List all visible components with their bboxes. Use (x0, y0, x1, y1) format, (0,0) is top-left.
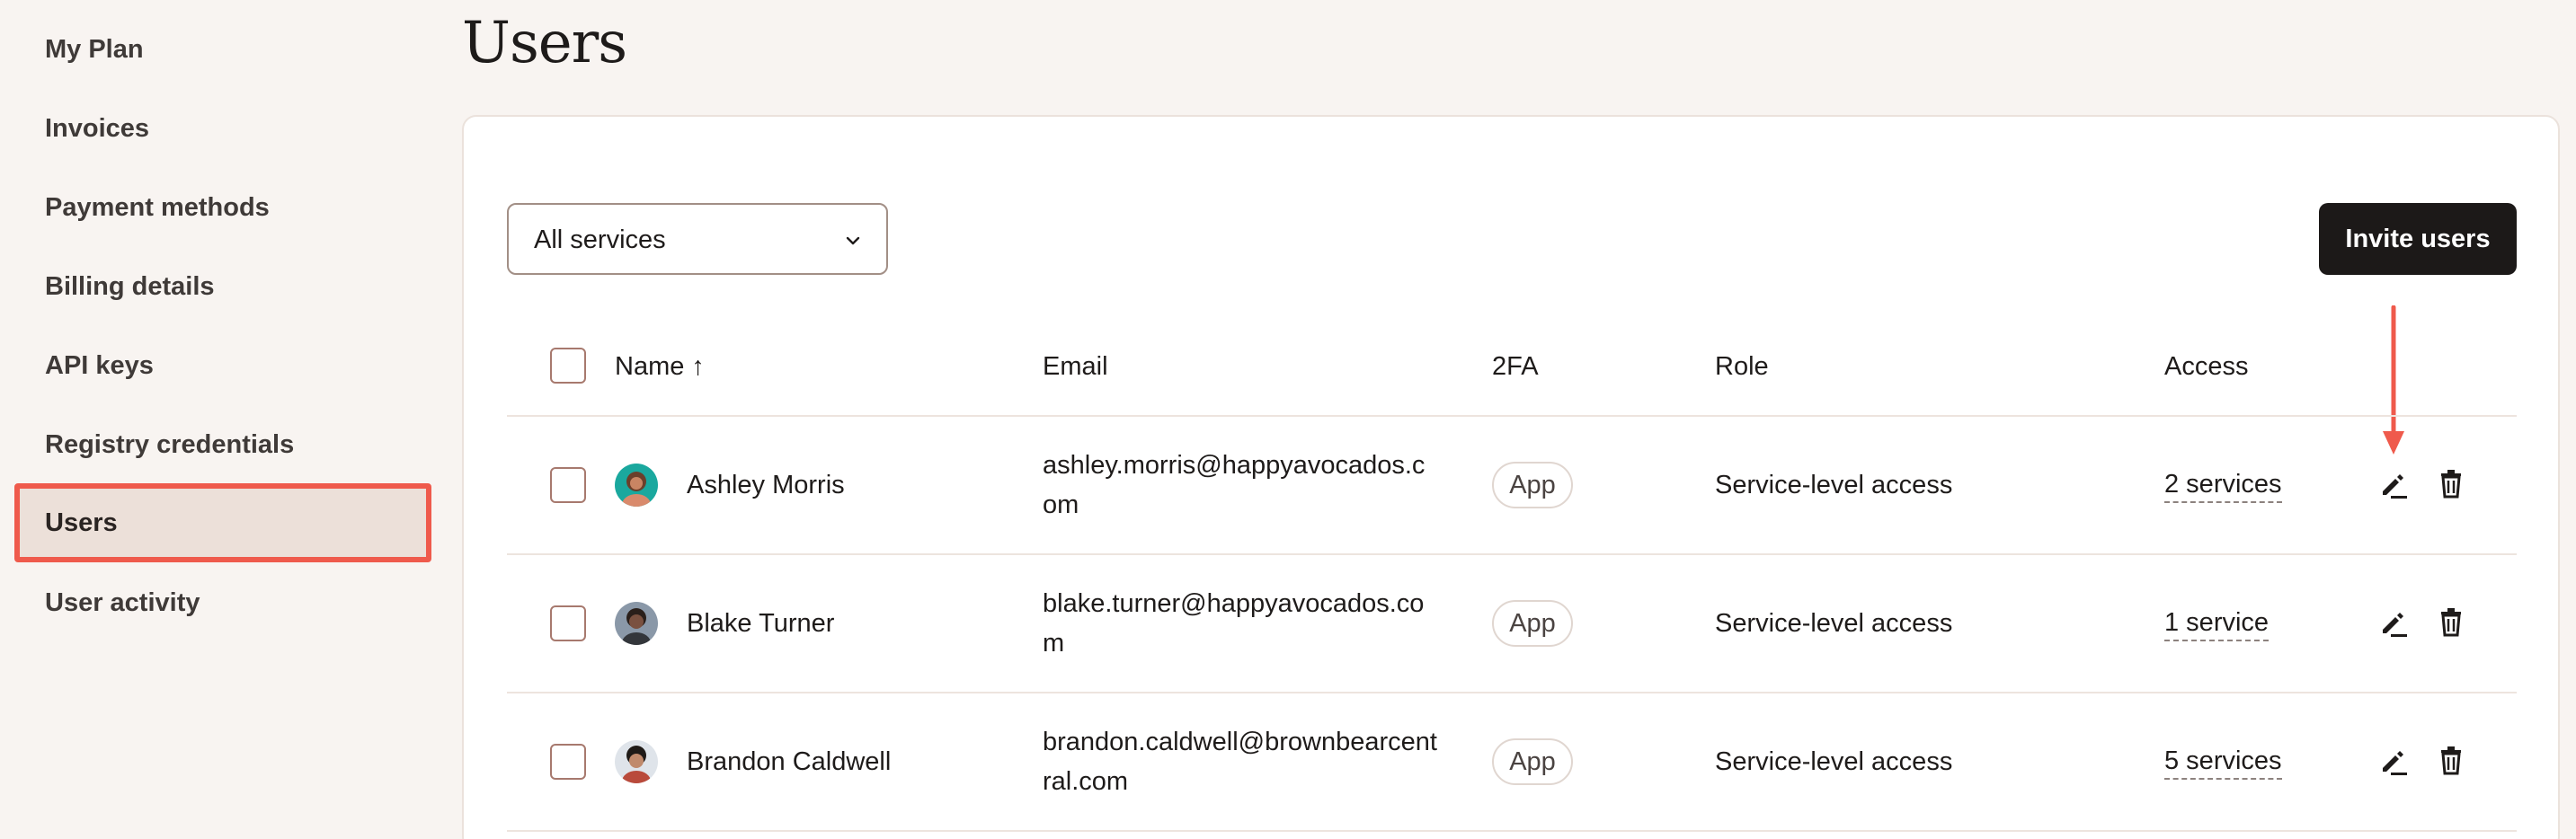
row-checkbox[interactable] (550, 467, 586, 503)
sidebar-item-user-activity[interactable]: User activity (45, 587, 200, 619)
column-header-role: Role (1715, 352, 1769, 381)
twofa-badge: App (1492, 600, 1573, 647)
edit-icon[interactable] (2378, 607, 2409, 642)
user-name: Brandon Caldwell (687, 747, 892, 776)
sidebar-item-invoices[interactable]: Invoices (45, 112, 149, 145)
access-services-link[interactable]: 5 services (2164, 744, 2282, 780)
user-email: brandon.caldwell@brownbearcentral.com (1043, 728, 1437, 796)
chevron-down-icon (843, 231, 863, 255)
annotation-arrow-icon (2380, 305, 2407, 463)
divider (507, 830, 2517, 832)
column-header-2fa: 2FA (1492, 352, 1539, 381)
trash-icon[interactable] (2436, 744, 2466, 781)
column-header-access: Access (2164, 352, 2249, 381)
divider (507, 692, 2517, 693)
trash-icon[interactable] (2436, 605, 2466, 642)
divider (507, 415, 2517, 417)
user-role: Service-level access (1715, 471, 1953, 499)
column-header-name[interactable]: Name ↑ (615, 350, 705, 383)
twofa-badge: App (1492, 738, 1573, 785)
sidebar-item-payment-methods[interactable]: Payment methods (45, 191, 270, 224)
sidebar-item-my-plan[interactable]: My Plan (45, 33, 144, 66)
edit-icon[interactable] (2378, 746, 2409, 781)
avatar (615, 464, 658, 507)
sidebar-item-users[interactable]: Users (14, 483, 431, 562)
select-all-checkbox[interactable] (550, 348, 586, 384)
services-filter-value: All services (534, 225, 666, 254)
sidebar-item-users-label: Users (45, 508, 118, 537)
services-filter-select[interactable]: All services (507, 203, 888, 275)
access-services-link[interactable]: 1 service (2164, 605, 2270, 641)
user-role: Service-level access (1715, 609, 1953, 638)
user-email: ashley.morris@happyavocados.com (1043, 451, 1426, 519)
sidebar-item-billing-details[interactable]: Billing details (45, 270, 215, 303)
edit-icon[interactable] (2378, 469, 2409, 504)
divider (507, 553, 2517, 555)
avatar (615, 740, 658, 783)
user-name: Blake Turner (687, 609, 835, 638)
row-checkbox[interactable] (550, 744, 586, 780)
sidebar-item-registry-credentials[interactable]: Registry credentials (45, 428, 294, 461)
user-name: Ashley Morris (687, 471, 845, 499)
column-header-email: Email (1043, 352, 1108, 381)
invite-users-button[interactable]: Invite users (2319, 203, 2517, 275)
sidebar-item-api-keys[interactable]: API keys (45, 349, 154, 382)
twofa-badge: App (1492, 462, 1573, 508)
trash-icon[interactable] (2436, 467, 2466, 504)
page-title: Users (462, 10, 627, 76)
user-role: Service-level access (1715, 747, 1953, 776)
row-checkbox[interactable] (550, 605, 586, 641)
avatar (615, 602, 658, 645)
user-email: blake.turner@happyavocados.com (1043, 589, 1425, 658)
access-services-link[interactable]: 2 services (2164, 467, 2282, 503)
sidebar: My Plan Invoices Payment methods Billing… (0, 0, 449, 839)
